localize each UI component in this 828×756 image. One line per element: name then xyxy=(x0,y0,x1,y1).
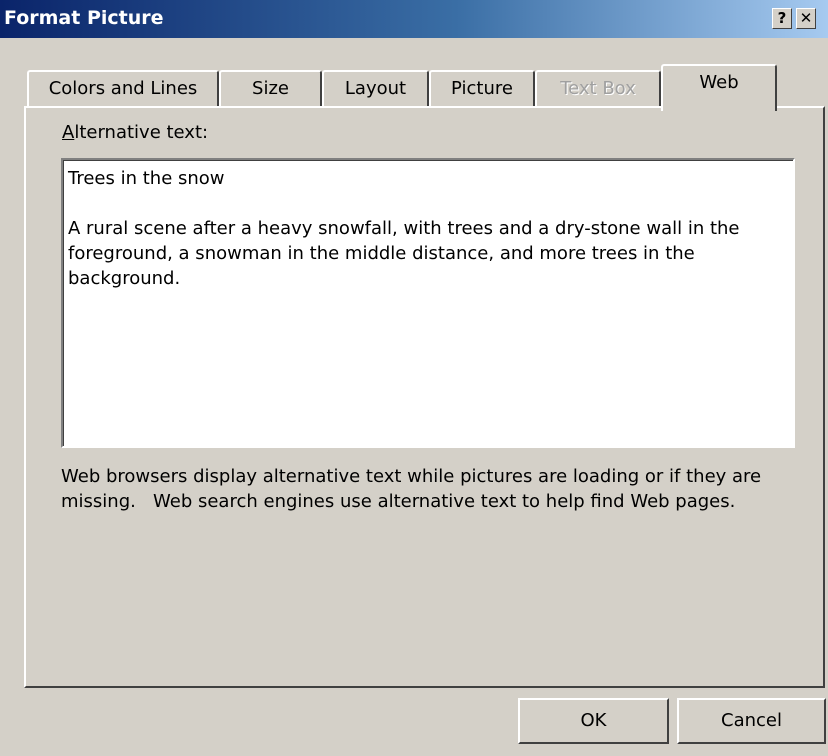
tab-layout[interactable]: Layout xyxy=(322,70,429,108)
tab-strip: Colors and Lines Size Layout Picture Tex… xyxy=(0,64,828,111)
tab-picture[interactable]: Picture xyxy=(429,70,535,108)
web-tab-panel: Alternative text: Trees in the snow A ru… xyxy=(24,106,825,688)
cancel-button[interactable]: Cancel xyxy=(677,698,826,744)
tab-colors-and-lines[interactable]: Colors and Lines xyxy=(27,70,219,108)
alternative-text-help: Web browsers display alternative text wh… xyxy=(61,466,767,512)
alternative-text-label-text: lternative text: xyxy=(74,122,209,143)
help-button[interactable]: ? xyxy=(772,8,792,29)
tab-web[interactable]: Web xyxy=(661,64,777,111)
tab-text-box: Text Box xyxy=(535,70,661,108)
close-button[interactable]: ✕ xyxy=(796,8,816,29)
window-title: Format Picture xyxy=(4,7,164,29)
alternative-text-label: Alternative text: xyxy=(62,122,208,143)
title-bar[interactable]: Format Picture ? ✕ xyxy=(0,0,828,38)
alternative-text-field[interactable]: Trees in the snow A rural scene after a … xyxy=(61,158,795,448)
tab-size[interactable]: Size xyxy=(219,70,322,108)
alternative-text-access-key: A xyxy=(62,122,75,143)
ok-button[interactable]: OK xyxy=(518,698,669,744)
